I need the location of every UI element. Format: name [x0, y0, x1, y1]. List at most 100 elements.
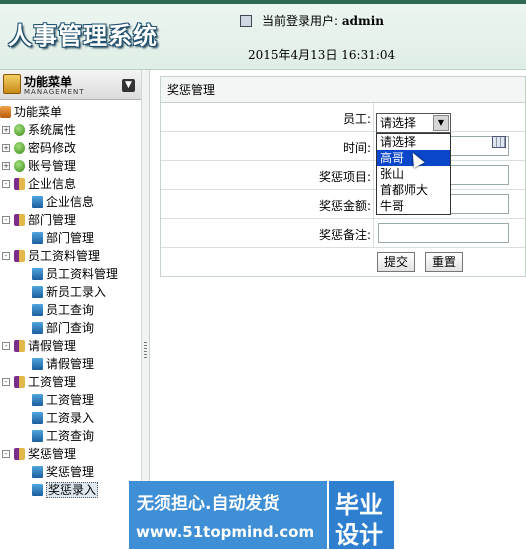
- sidebar-item-accounts[interactable]: + 账号管理: [0, 157, 141, 175]
- form-row-time: 时间:: [161, 132, 525, 161]
- calendar-icon[interactable]: [492, 136, 506, 148]
- page-icon: [32, 286, 43, 298]
- page-icon: [32, 358, 43, 370]
- collapse-icon[interactable]: -: [2, 252, 10, 260]
- dropdown-option[interactable]: 牛哥: [377, 198, 450, 214]
- sidebar-item-employee[interactable]: - 员工资料管理: [0, 247, 141, 265]
- book-icon: [14, 376, 25, 388]
- page-icon: [32, 466, 43, 478]
- page-icon: [32, 304, 43, 316]
- sidebar-subitem-salary-query[interactable]: 工资查询: [0, 427, 141, 445]
- sidebar-subitem-company-info[interactable]: 企业信息: [0, 193, 141, 211]
- watermark-line2: www.51topmind.com: [136, 523, 315, 541]
- menu-tree: 功能菜单 + 系统属性 + 密码修改 + 账号管理 - 企业信息 企业信息 - …: [0, 100, 141, 499]
- sidebar-item-password[interactable]: + 密码修改: [0, 139, 141, 157]
- top-stripe: [0, 0, 526, 4]
- collapse-icon[interactable]: -: [2, 378, 10, 386]
- book-icon: [14, 340, 25, 352]
- current-user: 当前登录用户: admin: [240, 12, 384, 29]
- expand-icon[interactable]: +: [2, 162, 10, 170]
- page-icon: [32, 322, 43, 334]
- note-cell: [373, 219, 526, 248]
- panel-title: 奖惩管理: [161, 77, 525, 103]
- book-icon: [14, 448, 25, 460]
- watermark: 无须担心.自动发货 www.51topmind.com 毕业 设计: [129, 481, 394, 549]
- app-title: 人事管理系统: [8, 21, 158, 50]
- page-icon: [32, 394, 43, 406]
- sidebar-subtitle: MANAGEMENT: [24, 88, 85, 96]
- item-label: 奖惩项目:: [318, 170, 371, 184]
- submit-button[interactable]: 提交: [377, 252, 416, 272]
- dropdown-option[interactable]: 请选择: [377, 134, 450, 150]
- main-content: 奖惩管理 员工: 时间: 奖惩项目: 奖惩金额: 奖惩备注: 提交 重置 请选择…: [160, 76, 526, 277]
- sidebar-item-reward[interactable]: - 奖惩管理: [0, 445, 141, 463]
- form-row-item: 奖惩项目:: [161, 161, 525, 190]
- book-icon: [14, 250, 25, 262]
- page-icon: [32, 412, 43, 424]
- sidebar-subitem-department[interactable]: 部门管理: [0, 229, 141, 247]
- form-row-amount: 奖惩金额:: [161, 190, 525, 219]
- splitter-grip[interactable]: [144, 342, 147, 358]
- chevron-down-icon[interactable]: ▼: [433, 115, 449, 131]
- employee-dropdown: 请选择 高哥 张山 首都师大 牛哥: [376, 133, 451, 215]
- collapse-icon[interactable]: -: [2, 342, 10, 350]
- menu-icon: [3, 74, 21, 94]
- page-icon: [32, 430, 43, 442]
- form-row-employee: 员工:: [161, 103, 525, 132]
- tree-root[interactable]: 功能菜单: [0, 103, 141, 121]
- employee-select-value: 请选择: [380, 116, 417, 130]
- watermark-side2: 设计: [335, 521, 383, 549]
- reward-panel: 奖惩管理 员工: 时间: 奖惩项目: 奖惩金额: 奖惩备注: 提交 重置: [160, 76, 526, 277]
- sidebar-subitem-employee-query[interactable]: 员工查询: [0, 301, 141, 319]
- sidebar-item-leave[interactable]: - 请假管理: [0, 337, 141, 355]
- watermark-left: 无须担心.自动发货 www.51topmind.com: [129, 481, 327, 549]
- page-icon: [32, 196, 43, 208]
- current-user-value: admin: [341, 14, 385, 28]
- reset-button[interactable]: 重置: [425, 252, 464, 272]
- sidebar-subitem-salary[interactable]: 工资管理: [0, 391, 141, 409]
- note-input[interactable]: [378, 223, 509, 243]
- monitor-icon: [240, 15, 252, 27]
- employee-select[interactable]: 请选择 ▼: [376, 113, 451, 133]
- page-icon: [32, 484, 43, 496]
- folder-icon: [0, 106, 11, 118]
- book-icon: [14, 214, 25, 226]
- watermark-line1: 无须担心.自动发货: [137, 494, 280, 514]
- sidebar-subitem-salary-entry[interactable]: 工资录入: [0, 409, 141, 427]
- sidebar-item-system[interactable]: + 系统属性: [0, 121, 141, 139]
- collapse-icon[interactable]: -: [2, 180, 10, 188]
- form-row-note: 奖惩备注:: [161, 219, 525, 248]
- header: 人事管理系统 当前登录用户: admin 2015年4月13日 16:31:04: [0, 0, 526, 70]
- sidebar-subitem-reward-entry[interactable]: 奖惩录入: [0, 481, 141, 499]
- expand-icon[interactable]: +: [2, 144, 10, 152]
- dropdown-option[interactable]: 首都师大: [377, 182, 450, 198]
- collapse-icon[interactable]: -: [2, 216, 10, 224]
- dropdown-option[interactable]: 张山: [377, 166, 450, 182]
- sidebar-subitem-new-employee[interactable]: 新员工录入: [0, 283, 141, 301]
- sidebar-subitem-employee-data[interactable]: 员工资料管理: [0, 265, 141, 283]
- datetime: 2015年4月13日 16:31:04: [248, 48, 396, 62]
- sidebar-item-department[interactable]: - 部门管理: [0, 211, 141, 229]
- chevron-down-icon[interactable]: ▼: [122, 79, 135, 92]
- gear-icon: [14, 124, 25, 136]
- key-icon: [14, 142, 25, 154]
- time-label: 时间:: [342, 141, 371, 155]
- sidebar-header: 功能菜单 MANAGEMENT ▼: [0, 70, 141, 100]
- splitter[interactable]: [142, 70, 150, 549]
- sidebar-subitem-reward[interactable]: 奖惩管理: [0, 463, 141, 481]
- sidebar-subitem-department-query[interactable]: 部门查询: [0, 319, 141, 337]
- watermark-right: 毕业 设计: [327, 481, 394, 549]
- note-label: 奖惩备注:: [318, 228, 371, 242]
- employee-label: 员工:: [342, 112, 371, 126]
- sidebar-item-salary[interactable]: - 工资管理: [0, 373, 141, 391]
- form-buttons: 提交 重置: [161, 248, 525, 276]
- page-icon: [32, 232, 43, 244]
- page-icon: [32, 268, 43, 280]
- current-user-label: 当前登录用户:: [262, 14, 339, 28]
- user-icon: [14, 160, 25, 172]
- expand-icon[interactable]: +: [2, 126, 10, 134]
- collapse-icon[interactable]: -: [2, 450, 10, 458]
- sidebar-subitem-leave[interactable]: 请假管理: [0, 355, 141, 373]
- sidebar-item-company[interactable]: - 企业信息: [0, 175, 141, 193]
- sidebar: 功能菜单 MANAGEMENT ▼ 功能菜单 + 系统属性 + 密码修改 + 账…: [0, 70, 142, 549]
